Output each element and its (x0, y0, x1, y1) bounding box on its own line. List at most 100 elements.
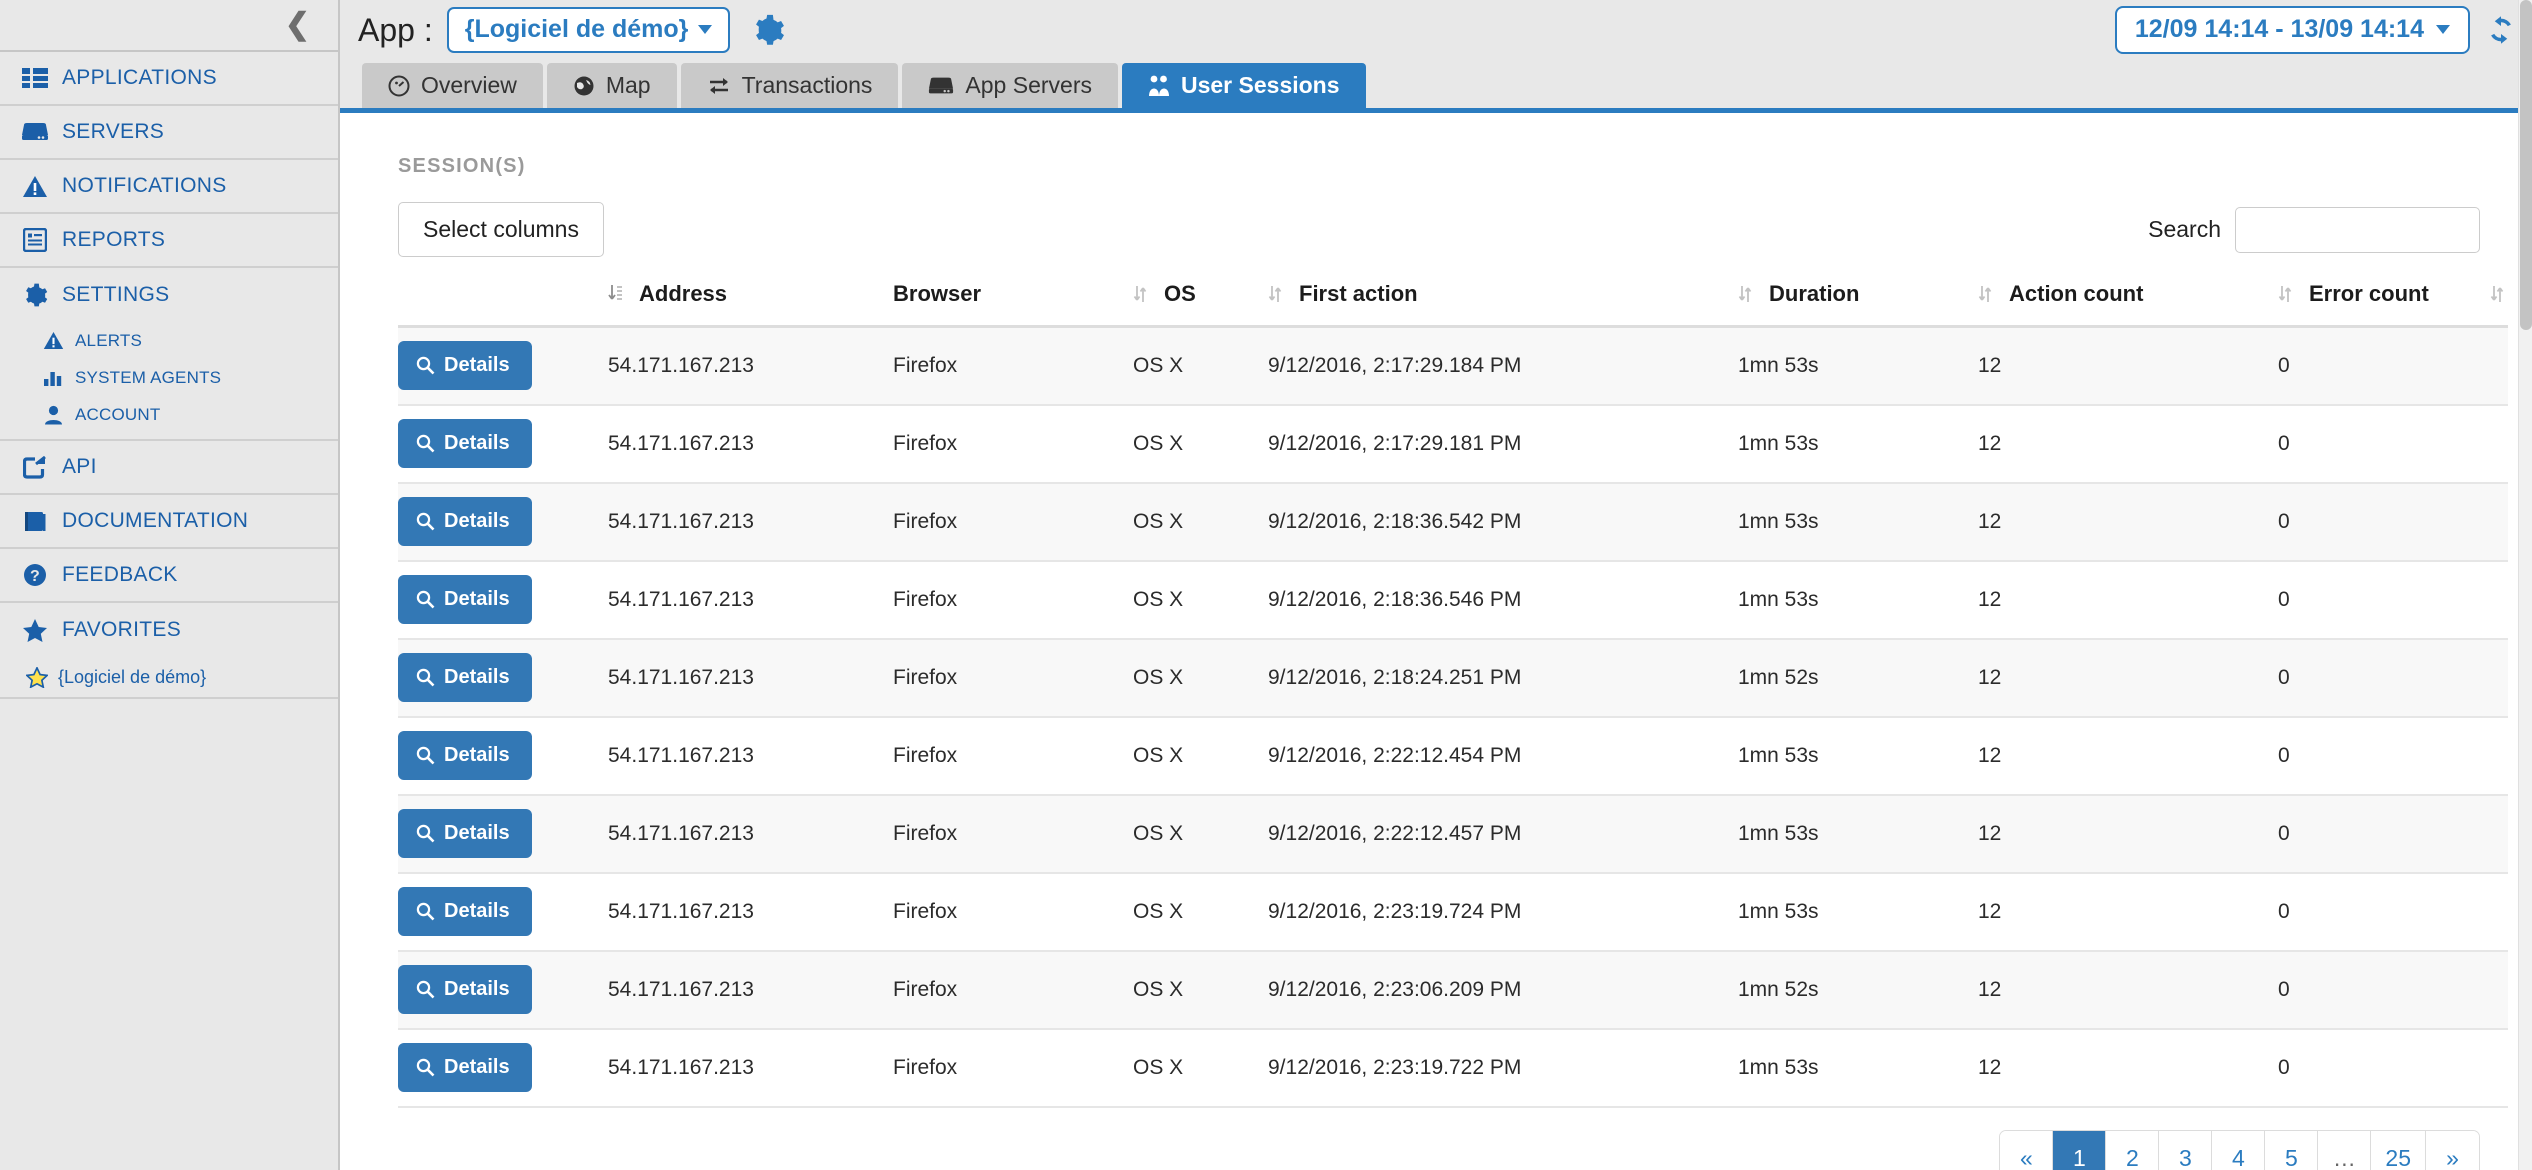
sort-icon (1978, 284, 1996, 304)
sidebar-item-settings[interactable]: SETTINGS (0, 268, 338, 322)
pagination-page-5[interactable]: 5 (2265, 1131, 2318, 1170)
column-header-label: OS (1164, 281, 1196, 307)
cell-duration: 1mn 52s (1738, 951, 1978, 1029)
bar-chart-icon (38, 368, 68, 387)
cell-os: OS X (1133, 717, 1268, 795)
search-input[interactable] (2235, 207, 2480, 253)
speedometer-icon (388, 75, 410, 97)
tab-label: Map (606, 72, 651, 99)
column-header-os[interactable]: OS (1133, 281, 1268, 327)
content-area: SESSION(S) Select columns Search (340, 113, 2532, 1170)
tab-transactions[interactable]: Transactions (681, 63, 899, 108)
favorite-item-logiciel-de-demo[interactable]: {Logiciel de démo} (0, 657, 338, 697)
cell-os: OS X (1133, 951, 1268, 1029)
magnifier-icon (416, 1058, 435, 1077)
cell-action-count: 12 (1978, 717, 2278, 795)
pagination-last[interactable]: » (2426, 1131, 2479, 1170)
column-header-error-count[interactable]: Error count (2278, 281, 2508, 327)
pagination-page-25[interactable]: 25 (2371, 1131, 2426, 1170)
sidebar-item-favorites[interactable]: FAVORITES (0, 603, 338, 657)
details-button[interactable]: Details (398, 1043, 532, 1092)
star-outline-icon (22, 667, 52, 688)
column-header-first-action[interactable]: First action (1268, 281, 1738, 327)
sidebar-item-feedback[interactable]: ? FEEDBACK (0, 549, 338, 603)
chevron-left-icon[interactable]: ❮ (285, 10, 310, 40)
top-bar: App : {Logiciel de démo} 12/09 14:14 - 1… (340, 0, 2532, 60)
cell-address: 54.171.167.213 (608, 405, 893, 483)
details-button[interactable]: Details (398, 887, 532, 936)
cell-browser: Firefox (893, 483, 1133, 561)
sidebar-item-reports[interactable]: REPORTS (0, 214, 338, 268)
list-icon (18, 67, 52, 89)
details-button[interactable]: Details (398, 497, 532, 546)
pagination-page-3[interactable]: 3 (2159, 1131, 2212, 1170)
sidebar-item-documentation[interactable]: DOCUMENTATION (0, 495, 338, 549)
cell-details: Details (398, 405, 608, 483)
cell-browser: Firefox (893, 405, 1133, 483)
table-row: Details54.171.167.213FirefoxOS X9/12/201… (398, 795, 2508, 873)
settings-gear-button[interactable] (752, 14, 785, 47)
details-button[interactable]: Details (398, 809, 532, 858)
server-icon (18, 122, 52, 142)
cell-address: 54.171.167.213 (608, 951, 893, 1029)
details-button[interactable]: Details (398, 341, 532, 390)
app-selector[interactable]: {Logiciel de démo} (447, 7, 731, 53)
cell-duration: 1mn 53s (1738, 405, 1978, 483)
tab-user-sessions[interactable]: User Sessions (1122, 63, 1366, 108)
cell-browser: Firefox (893, 561, 1133, 639)
cell-action-count: 12 (1978, 483, 2278, 561)
pagination-page-2[interactable]: 2 (2106, 1131, 2159, 1170)
warning-triangle-icon (18, 175, 52, 198)
sort-icon (2278, 284, 2296, 304)
sort-icon (2490, 284, 2508, 304)
cell-os: OS X (1133, 639, 1268, 717)
tab-app-servers[interactable]: App Servers (902, 63, 1118, 108)
date-range-picker[interactable]: 12/09 14:14 - 13/09 14:14 (2115, 6, 2470, 54)
tab-overview[interactable]: Overview (362, 63, 543, 108)
scrollbar-thumb[interactable] (2520, 0, 2532, 330)
details-button-label: Details (444, 978, 510, 1001)
column-header-action-count[interactable]: Action count (1978, 281, 2278, 327)
refresh-button[interactable] (2484, 13, 2518, 47)
sidebar-item-servers[interactable]: SERVERS (0, 106, 338, 160)
details-button[interactable]: Details (398, 731, 532, 780)
details-button[interactable]: Details (398, 965, 532, 1014)
column-header-duration[interactable]: Duration (1738, 281, 1978, 327)
sidebar-item-alerts[interactable]: ALERTS (0, 322, 338, 359)
details-button[interactable]: Details (398, 575, 532, 624)
details-button-label: Details (444, 510, 510, 533)
app-label: App : (358, 12, 433, 49)
cell-details: Details (398, 873, 608, 951)
sessions-panel: SESSION(S) Select columns Search (372, 155, 2514, 1170)
tab-strip: Overview Map Transactions App Servers (340, 60, 2532, 113)
sidebar-item-label: NOTIFICATIONS (62, 174, 227, 198)
pagination-row: «12345…25» (398, 1108, 2488, 1170)
select-columns-button[interactable]: Select columns (398, 202, 604, 257)
pagination-page-4[interactable]: 4 (2212, 1131, 2265, 1170)
sidebar-item-api[interactable]: API (0, 441, 338, 495)
sidebar-item-label: FEEDBACK (62, 563, 178, 587)
page-scrollbar[interactable] (2518, 0, 2532, 1170)
details-button[interactable]: Details (398, 419, 532, 468)
table-row: Details54.171.167.213FirefoxOS X9/12/201… (398, 561, 2508, 639)
column-header-browser[interactable]: Browser (893, 281, 1133, 327)
column-header-address[interactable]: Address (608, 281, 893, 327)
sidebar-item-account[interactable]: ACCOUNT (0, 396, 338, 433)
tab-map[interactable]: Map (547, 63, 677, 108)
sidebar-item-system-agents[interactable]: SYSTEM AGENTS (0, 359, 338, 396)
external-link-icon (18, 456, 52, 479)
table-toolbar: Select columns Search (398, 202, 2488, 257)
pagination-first[interactable]: « (2000, 1131, 2053, 1170)
transfer-arrows-icon (707, 75, 731, 97)
table-header: Address Browser (398, 281, 2508, 327)
cell-details: Details (398, 1029, 608, 1107)
cell-first-action: 9/12/2016, 2:23:06.209 PM (1268, 951, 1738, 1029)
cell-error-count: 0 (2278, 483, 2508, 561)
cell-error-count: 0 (2278, 795, 2508, 873)
pagination-page-1[interactable]: 1 (2053, 1131, 2106, 1170)
tab-label: Transactions (742, 72, 873, 99)
tab-label: Overview (421, 72, 517, 99)
sidebar-item-notifications[interactable]: NOTIFICATIONS (0, 160, 338, 214)
details-button[interactable]: Details (398, 653, 532, 702)
sidebar-item-applications[interactable]: APPLICATIONS (0, 52, 338, 106)
